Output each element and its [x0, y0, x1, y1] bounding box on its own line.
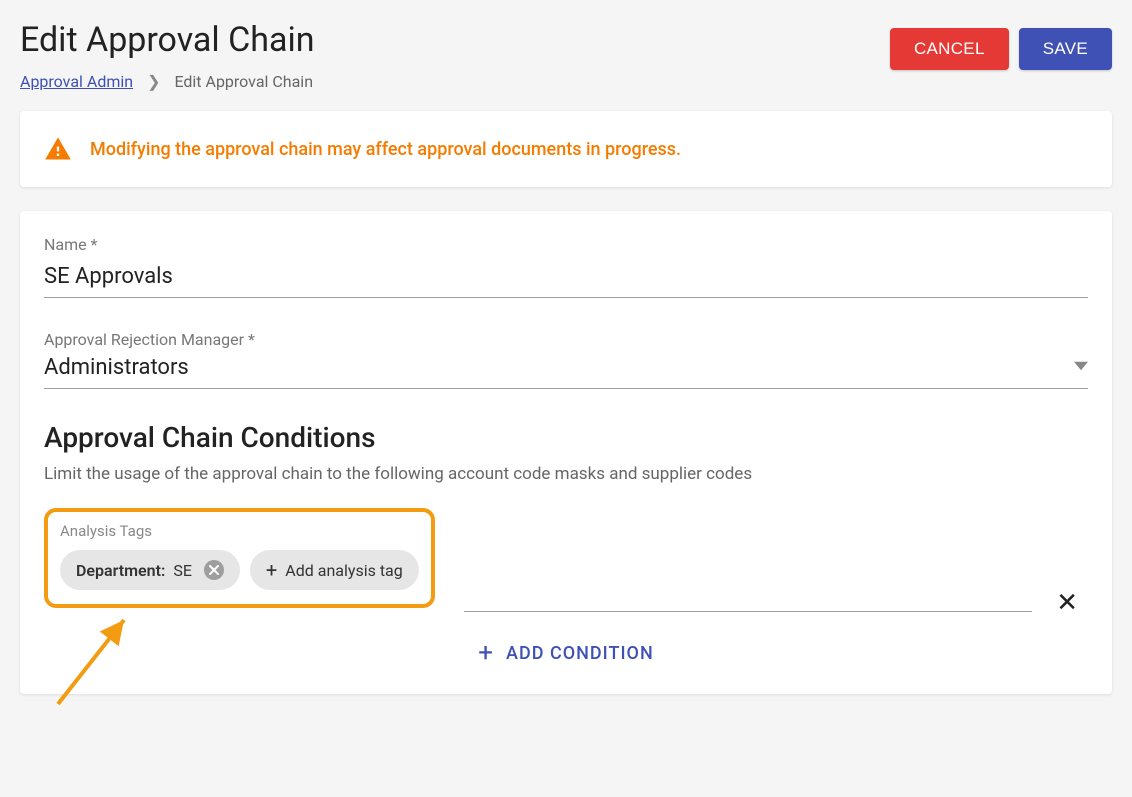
breadcrumb-current: Edit Approval Chain: [174, 72, 313, 91]
chevron-right-icon: ❯: [147, 72, 160, 91]
warning-text: Modifying the approval chain may affect …: [90, 139, 681, 160]
save-button[interactable]: SAVE: [1019, 28, 1112, 70]
remove-tag-icon[interactable]: [204, 560, 224, 580]
conditions-subtitle: Limit the usage of the approval chain to…: [44, 464, 1088, 484]
breadcrumb: Approval Admin ❯ Edit Approval Chain: [20, 72, 315, 91]
condition-row: Analysis Tags Department: SE + Add analy…: [44, 508, 1088, 612]
analysis-tags-group: Analysis Tags Department: SE + Add analy…: [44, 508, 435, 608]
add-condition-label: ADD CONDITION: [506, 643, 654, 664]
conditions-title: Approval Chain Conditions: [44, 421, 1088, 454]
tag-chip-key: Department:: [76, 561, 165, 580]
plus-icon: +: [478, 640, 494, 666]
chip-row: Department: SE + Add analysis tag: [60, 550, 419, 590]
page-header: Edit Approval Chain Approval Admin ❯ Edi…: [20, 20, 1112, 91]
header-left: Edit Approval Chain Approval Admin ❯ Edi…: [20, 20, 315, 91]
remove-condition-icon[interactable]: ✕: [1056, 588, 1078, 618]
page-title: Edit Approval Chain: [20, 20, 315, 60]
form-card: Name * Approval Rejection Manager * Admi…: [20, 211, 1112, 694]
plus-icon: +: [266, 560, 277, 580]
tag-chip-value: SE: [173, 561, 192, 580]
warning-icon: [44, 135, 72, 163]
add-analysis-tag-label: Add analysis tag: [285, 561, 402, 580]
warning-banner: Modifying the approval chain may affect …: [20, 111, 1112, 187]
breadcrumb-link-approval-admin[interactable]: Approval Admin: [20, 72, 133, 91]
analysis-tags-label: Analysis Tags: [60, 522, 419, 540]
rejection-manager-field: Approval Rejection Manager * Administrat…: [44, 330, 1088, 389]
rejection-manager-value: Administrators: [44, 355, 1074, 380]
chevron-down-icon: [1074, 358, 1088, 377]
header-actions: CANCEL SAVE: [890, 28, 1112, 70]
add-condition-button[interactable]: + ADD CONDITION: [44, 612, 1088, 682]
cancel-button[interactable]: CANCEL: [890, 28, 1009, 70]
name-label: Name *: [44, 235, 1088, 254]
name-field: Name *: [44, 235, 1088, 298]
condition-underline: [464, 611, 1032, 612]
add-analysis-tag-button[interactable]: + Add analysis tag: [250, 550, 419, 590]
tag-chip-department[interactable]: Department: SE: [60, 550, 240, 590]
rejection-manager-label: Approval Rejection Manager *: [44, 330, 1088, 349]
rejection-manager-select[interactable]: Administrators: [44, 355, 1088, 389]
name-input[interactable]: [44, 260, 1088, 298]
